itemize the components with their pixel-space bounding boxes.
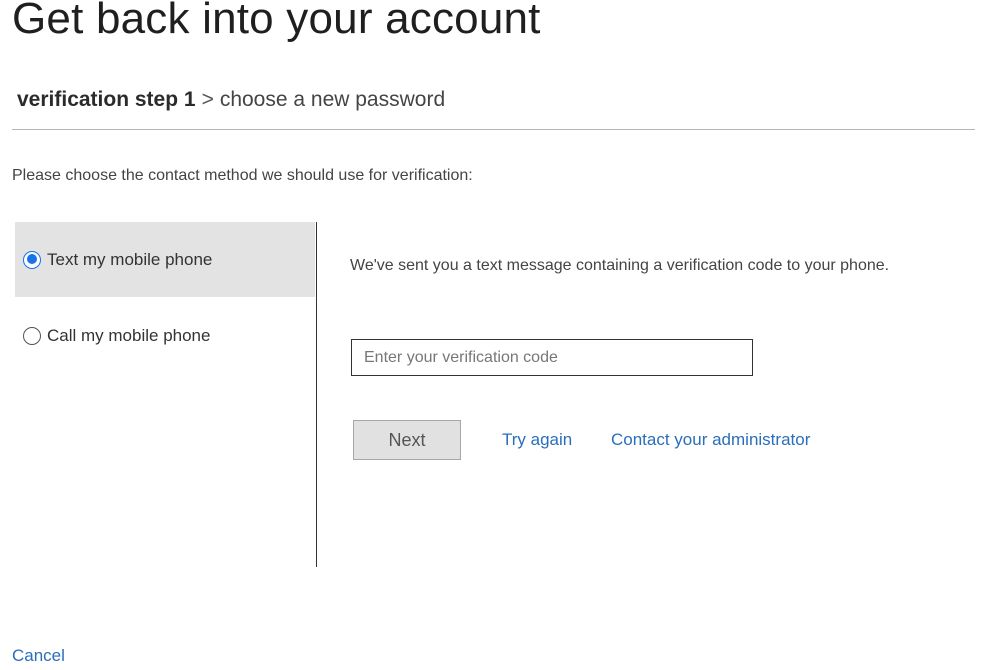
cancel-link[interactable]: Cancel	[12, 646, 65, 666]
contact-administrator-link[interactable]: Contact your administrator	[611, 430, 810, 450]
breadcrumb-current-step: verification step 1	[17, 88, 196, 111]
contact-method-list: Text my mobile phone Call my mobile phon…	[15, 222, 315, 375]
method-label-call: Call my mobile phone	[47, 326, 211, 345]
instruction-text: Please choose the contact method we shou…	[12, 167, 473, 184]
breadcrumb-next-step: choose a new password	[219, 88, 446, 111]
try-again-link[interactable]: Try again	[502, 430, 572, 450]
verification-message: We've sent you a text message containing…	[350, 257, 890, 274]
method-text-mobile-phone[interactable]: Text my mobile phone	[15, 222, 315, 297]
next-button[interactable]: Next	[353, 420, 461, 460]
breadcrumb: verification step 1 > choose a new passwor…	[17, 88, 445, 112]
verification-code-input[interactable]	[351, 339, 753, 376]
radio-text-mobile-phone[interactable]	[23, 250, 41, 269]
page-title: Get back into your account	[12, 0, 541, 43]
radio-call-mobile-phone[interactable]	[23, 327, 41, 345]
method-label-text: Text my mobile phone	[47, 249, 213, 269]
breadcrumb-separator: >	[201, 88, 214, 111]
password-reset-page: Get back into your account verification …	[0, 0, 985, 670]
method-panel-divider	[316, 222, 317, 567]
header-divider	[12, 129, 975, 130]
method-call-mobile-phone[interactable]: Call my mobile phone	[15, 297, 315, 375]
